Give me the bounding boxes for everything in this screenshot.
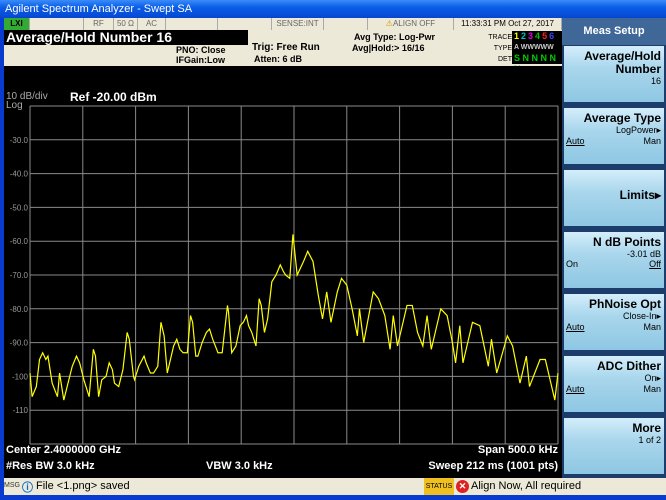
y-tick-label: -50.0 bbox=[10, 203, 29, 212]
y-tick-label: -60.0 bbox=[10, 237, 29, 246]
header: Average/Hold Number 16 PNO: Close IFGain… bbox=[4, 30, 562, 74]
sweep[interactable]: Sweep 212 ms (1001 pts) bbox=[428, 460, 558, 472]
softkey-value: LogPower▸ bbox=[615, 125, 661, 135]
res-bw[interactable]: #Res BW 3.0 kHz bbox=[6, 460, 95, 472]
y-tick-label: -90.0 bbox=[10, 339, 29, 348]
active-function-title: Average/Hold Number 16 bbox=[4, 30, 248, 45]
info-icon: ⓘ bbox=[22, 482, 33, 494]
avg-type: Avg Type: Log-Pwr bbox=[354, 32, 435, 42]
softkey-value: 16 bbox=[650, 76, 661, 86]
y-tick-label: -30.0 bbox=[10, 136, 29, 145]
align-status: ⚠ALIGN OFF bbox=[368, 18, 454, 30]
softkey-menu-title: Meas Setup bbox=[562, 18, 666, 45]
y-tick-label: -70.0 bbox=[10, 271, 29, 280]
status-label[interactable]: STATUS bbox=[424, 478, 454, 495]
warning-icon: ⚠ bbox=[385, 19, 393, 28]
avg-hold: Avg|Hold:> 16/16 bbox=[352, 43, 425, 53]
softkey-limits[interactable]: Limits▸ bbox=[564, 170, 664, 226]
softkey-value: Close-In▸ bbox=[622, 311, 661, 321]
softkey-option-right: Man bbox=[643, 136, 661, 146]
trace-5-indicator[interactable]: 5 bbox=[542, 31, 547, 41]
vbw[interactable]: VBW 3.0 kHz bbox=[206, 460, 273, 472]
trace-table[interactable]: 123456 A WWWWW S N N N N N bbox=[512, 31, 562, 74]
softkey-label: Limits▸ bbox=[619, 188, 661, 202]
pno-setting: PNO: Close bbox=[176, 45, 226, 55]
softkey-option-left: Auto bbox=[566, 384, 585, 394]
y-tick-label: -40.0 bbox=[10, 170, 29, 179]
message-text: File <1.png> saved bbox=[36, 480, 130, 492]
trace-2-indicator[interactable]: 2 bbox=[521, 31, 526, 41]
datetime: 11:33:31 PM Oct 27, 2017 bbox=[454, 18, 562, 30]
softkey-option-left: On bbox=[566, 259, 579, 269]
softkey-more[interactable]: More 1 of 2 bbox=[564, 418, 664, 474]
trace-4-indicator[interactable]: 4 bbox=[535, 31, 540, 41]
span[interactable]: Span 500.0 kHz bbox=[478, 444, 558, 456]
softkey-label: Average Type bbox=[583, 111, 661, 125]
softkey-value: 1 of 2 bbox=[638, 435, 661, 445]
window-title: Agilent Spectrum Analyzer - Swept SA bbox=[0, 0, 666, 18]
softkey-label: PhNoise Opt bbox=[588, 297, 661, 311]
softkey-option-left: Auto bbox=[566, 322, 585, 332]
trace-1-indicator[interactable]: 1 bbox=[514, 31, 519, 41]
softkey-label: ADC Dither bbox=[596, 359, 661, 373]
softkey-n-db-points[interactable]: N dB Points -3.01 dB On Off bbox=[564, 232, 664, 288]
y-tick-label: -110 bbox=[13, 406, 29, 415]
softkey-average-type[interactable]: Average Type LogPower▸ Auto Man bbox=[564, 108, 664, 164]
softkey-label: Average/Hold Number bbox=[584, 49, 661, 76]
trace-labels: TRACE TYPE DET bbox=[488, 34, 512, 63]
error-icon: ✕ bbox=[456, 480, 469, 493]
softkey-option-right: Man bbox=[643, 384, 661, 394]
softkey-option-left: Auto bbox=[566, 136, 585, 146]
y-tick-label: -80.0 bbox=[10, 305, 29, 314]
softkey-label: N dB Points bbox=[593, 235, 661, 249]
softkey-average-hold-number[interactable]: Average/Hold Number 16 bbox=[564, 46, 664, 102]
trace-3-indicator[interactable]: 3 bbox=[528, 31, 533, 41]
trace-types: A WWWWW bbox=[514, 44, 554, 51]
msg-label: MSG bbox=[4, 482, 20, 489]
trace-6-indicator[interactable]: 6 bbox=[549, 31, 554, 41]
softkey-option-right: Man bbox=[643, 322, 661, 332]
status-text: Align Now, All required bbox=[471, 480, 582, 492]
softkey-value: -3.01 dB bbox=[626, 249, 661, 259]
ifgain-setting: IFGain:Low bbox=[176, 55, 225, 65]
center-frequency[interactable]: Center 2.4000000 GHz bbox=[6, 444, 121, 456]
softkey-panel: Meas Setup Average/Hold Number 16 Average … bbox=[562, 18, 666, 478]
atten-setting: Atten: 6 dB bbox=[254, 54, 302, 64]
softkey-option-right: Off bbox=[649, 259, 661, 269]
trigger-setting: Trig: Free Run bbox=[252, 42, 320, 53]
softkey-adc-dither[interactable]: ADC Dither On▸ Auto Man bbox=[564, 356, 664, 412]
trace-plot: -30.0 -40.0 -50.0 -60.0 -70.0 -80.0 -90.0 -100 -… bbox=[10, 105, 559, 445]
sense: SENSE:INT bbox=[272, 18, 324, 30]
softkey-label: More bbox=[632, 421, 661, 435]
y-tick-label: -100 bbox=[12, 372, 29, 381]
message-bar: MSG ⓘ File <1.png> saved STATUS ✕ Align … bbox=[4, 478, 666, 495]
softkey-phnoise-opt[interactable]: PhNoise Opt Close-In▸ Auto Man bbox=[564, 294, 664, 350]
spectrum-display[interactable]: 10 dB/div Log Ref -20.00 dBm -30.0 -40.0 -5… bbox=[4, 66, 562, 478]
trace-numbers: 123456 bbox=[514, 31, 562, 42]
softkey-value: On▸ bbox=[644, 373, 661, 383]
